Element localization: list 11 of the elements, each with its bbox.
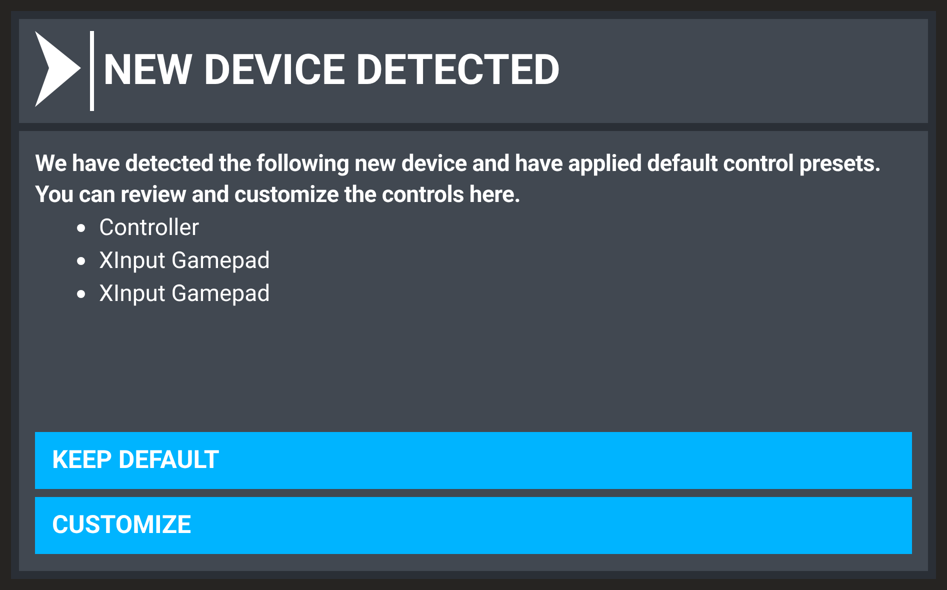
device-name: XInput Gamepad — [99, 246, 270, 276]
logo-icon — [35, 31, 95, 111]
dialog-button[interactable]: CUSTOMIZE — [35, 497, 912, 554]
device-name: Controller — [99, 213, 200, 243]
message-text: We have detected the following new device and have applied default control presets. You can review and customize the controls here. — [35, 149, 882, 210]
dialog-title: NEW DEVICE DETECTED — [103, 50, 560, 92]
device-name: XInput Gamepad — [99, 279, 270, 309]
bullet-icon — [77, 290, 85, 298]
dialog-button[interactable]: KEEP DEFAULT — [35, 432, 912, 489]
bullet-icon — [77, 256, 85, 264]
bullet-icon — [77, 224, 85, 232]
